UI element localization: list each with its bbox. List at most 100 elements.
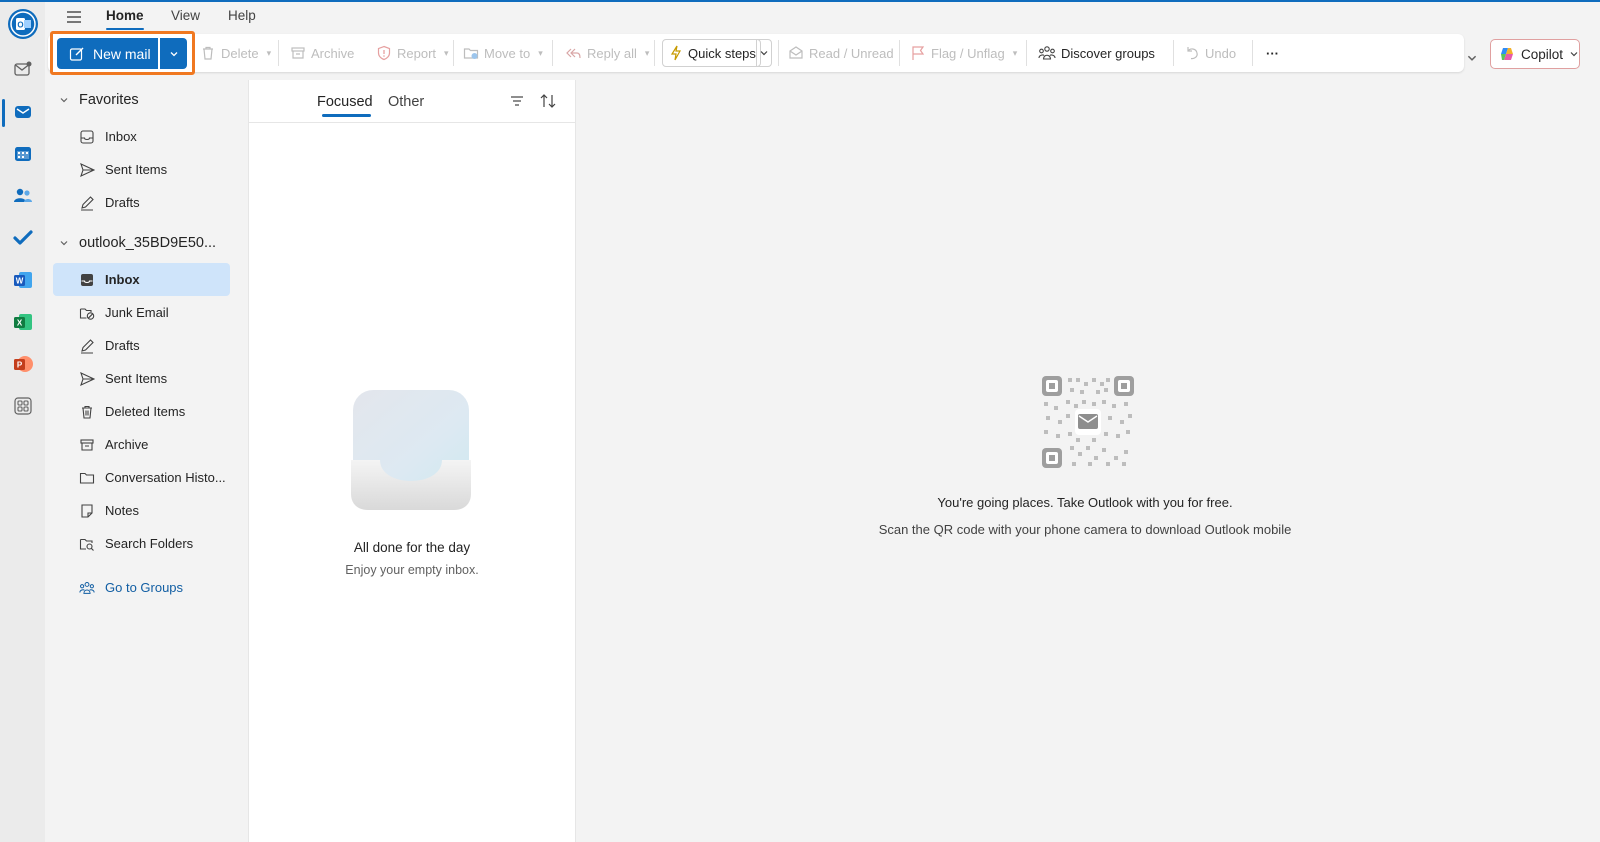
- favorites-header-label: Favorites: [79, 92, 139, 108]
- folder-inbox-label: Inbox: [105, 272, 140, 287]
- shield-warning-icon: [377, 45, 391, 61]
- read-unread-button[interactable]: Read / Unread: [788, 34, 894, 72]
- folder-inbox[interactable]: Inbox: [53, 263, 230, 296]
- excel-icon[interactable]: X: [10, 309, 36, 335]
- search-folder-icon: [79, 536, 95, 552]
- calendar-icon[interactable]: [10, 141, 36, 167]
- account-header[interactable]: outlook_35BD9E50...: [59, 235, 216, 251]
- folder-conversation-history-label: Conversation Histo...: [105, 470, 226, 485]
- folder-search-folders[interactable]: Search Folders: [53, 527, 230, 560]
- toolbar-separator: [1252, 40, 1253, 66]
- lightning-icon: [670, 45, 682, 61]
- svg-text:P: P: [17, 361, 23, 370]
- trash-icon: [203, 46, 213, 60]
- copilot-icon: [1500, 48, 1513, 60]
- word-icon[interactable]: W: [10, 267, 36, 293]
- outlook-logo-icon[interactable]: O: [7, 8, 39, 40]
- new-mail-dropdown[interactable]: [160, 38, 187, 69]
- tab-help[interactable]: Help: [228, 8, 256, 23]
- report-button[interactable]: Report ▾: [376, 34, 449, 72]
- chevron-down-icon: [760, 51, 768, 56]
- account-header-label: outlook_35BD9E50...: [79, 235, 217, 251]
- hamburger-menu-icon[interactable]: [64, 9, 84, 25]
- tab-focused[interactable]: Focused: [317, 94, 373, 110]
- folder-icon: [79, 470, 95, 486]
- folder-sent-items[interactable]: Sent Items: [53, 362, 230, 395]
- pencil-icon: [79, 195, 95, 211]
- envelope-open-icon: [789, 46, 803, 59]
- inbox-icon: [79, 129, 95, 145]
- folder-archive[interactable]: Archive: [53, 428, 230, 461]
- mobile-promo-subtitle: Scan the QR code with your phone camera …: [878, 522, 1292, 537]
- folder-move-icon: [463, 48, 479, 59]
- sort-icon[interactable]: [539, 92, 557, 113]
- toolbar-separator: [899, 40, 900, 66]
- discover-groups-button[interactable]: Discover groups: [1038, 34, 1155, 72]
- folder-notes-label: Notes: [105, 503, 139, 518]
- favorite-sent-items[interactable]: Sent Items: [53, 153, 230, 186]
- svg-text:O: O: [17, 21, 23, 30]
- folder-archive-label: Archive: [105, 437, 149, 452]
- reply-all-button[interactable]: Reply all ▾: [564, 34, 649, 72]
- flag-unflag-button[interactable]: Flag / Unflag ▾: [910, 34, 1017, 72]
- folder-notes[interactable]: Notes: [53, 494, 230, 527]
- flag-icon: [912, 46, 925, 60]
- toolbar-separator: [453, 40, 454, 66]
- favorites-header[interactable]: Favorites: [59, 92, 139, 108]
- delete-label: Delete: [221, 45, 259, 61]
- todo-check-icon[interactable]: [10, 225, 36, 251]
- ribbon-collapse-chevron[interactable]: [1466, 52, 1478, 67]
- groups-icon: [79, 580, 95, 596]
- folder-pane: Favorites Inbox Sent Items Drafts outloo…: [45, 80, 238, 842]
- new-mail-button[interactable]: New mail: [57, 38, 158, 69]
- new-mail-label: New mail: [93, 45, 151, 62]
- reply-all-icon: [566, 48, 581, 59]
- folder-drafts[interactable]: Drafts: [53, 329, 230, 362]
- quick-steps-button[interactable]: Quick steps: [662, 39, 761, 67]
- tab-other[interactable]: Other: [388, 94, 424, 110]
- favorite-drafts[interactable]: Drafts: [53, 186, 230, 219]
- move-to-button[interactable]: Move to ▾: [463, 34, 543, 72]
- folder-deleted-items-label: Deleted Items: [105, 404, 186, 419]
- svg-text:W: W: [16, 277, 24, 286]
- mail-notification-icon[interactable]: [10, 56, 36, 82]
- tab-focused-underline: [322, 114, 371, 117]
- folder-conversation-history[interactable]: Conversation Histo...: [53, 461, 230, 494]
- qr-code-image: [1042, 376, 1134, 468]
- more-options-button[interactable]: ···: [1266, 34, 1279, 72]
- favorite-inbox[interactable]: Inbox: [53, 120, 230, 153]
- people-icon[interactable]: [10, 183, 36, 209]
- folder-deleted-items[interactable]: Deleted Items: [53, 395, 230, 428]
- go-to-groups-link[interactable]: Go to Groups: [53, 571, 230, 604]
- folder-junk-email[interactable]: Junk Email: [53, 296, 230, 329]
- favorite-sent-items-label: Sent Items: [105, 162, 168, 177]
- folder-drafts-label: Drafts: [105, 338, 140, 353]
- more-apps-icon[interactable]: [10, 393, 36, 419]
- compose-icon: [69, 47, 84, 61]
- archive-button[interactable]: Archive: [290, 34, 354, 72]
- chevron-down-icon: [1570, 52, 1578, 57]
- groups-icon: [1038, 46, 1056, 60]
- reply-all-label: Reply all: [587, 45, 637, 61]
- tab-view[interactable]: View: [171, 8, 200, 23]
- archive-label: Archive: [311, 45, 355, 61]
- toolbar-separator: [654, 40, 655, 66]
- undo-icon: [1187, 47, 1198, 60]
- filter-icon[interactable]: [509, 93, 525, 112]
- folder-sent-items-label: Sent Items: [105, 371, 168, 386]
- toolbar-separator: [552, 40, 553, 66]
- quick-steps-label: Quick steps: [688, 45, 756, 61]
- move-to-label: Move to: [484, 45, 531, 61]
- copilot-label: Copilot: [1520, 46, 1564, 62]
- powerpoint-icon[interactable]: P: [10, 351, 36, 377]
- copilot-button[interactable]: Copilot: [1490, 39, 1580, 69]
- discover-groups-label: Discover groups: [1061, 45, 1155, 61]
- undo-button[interactable]: Undo: [1184, 34, 1236, 72]
- junk-icon: [79, 305, 95, 321]
- quick-steps-dropdown[interactable]: [756, 39, 772, 67]
- delete-button[interactable]: Delete ▾: [200, 34, 271, 72]
- mail-icon[interactable]: [10, 99, 36, 125]
- chevron-down-icon: [60, 98, 68, 103]
- tab-home[interactable]: Home: [106, 8, 144, 23]
- send-icon: [79, 371, 95, 387]
